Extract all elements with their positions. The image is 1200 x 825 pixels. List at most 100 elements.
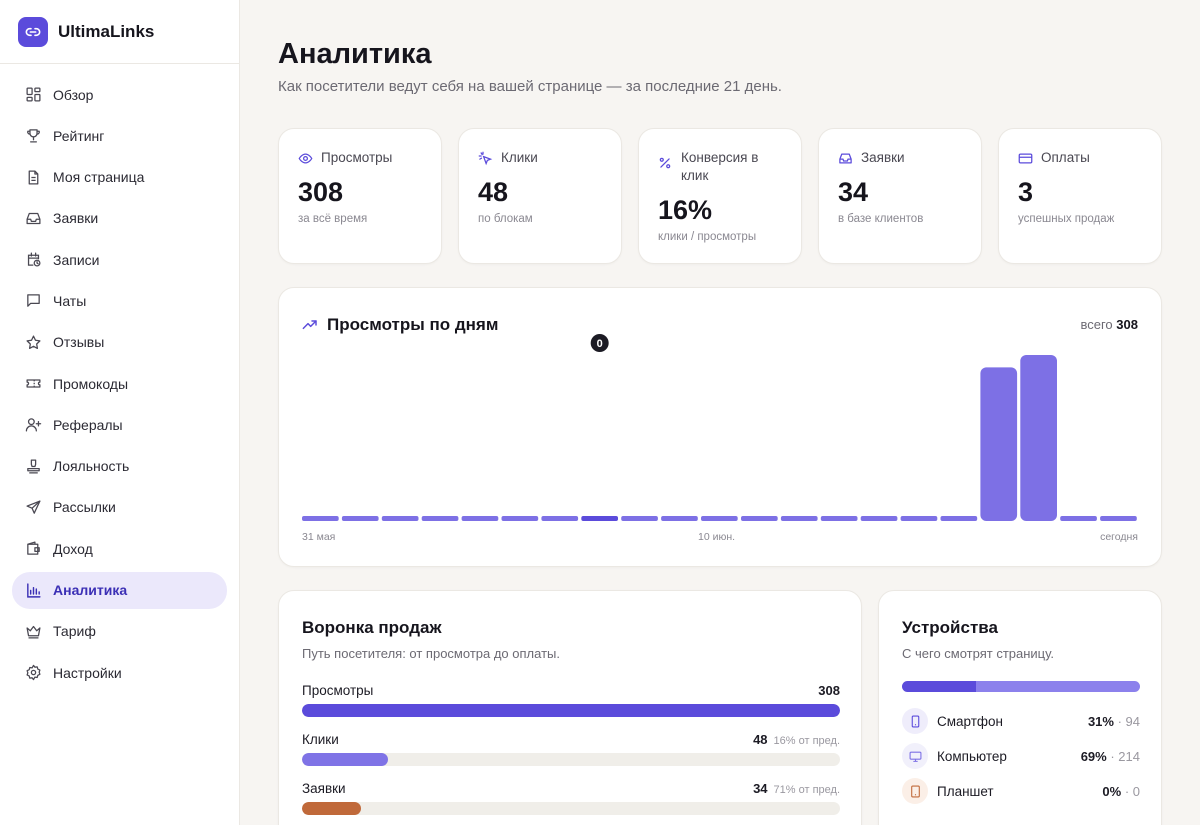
chart-bar[interactable] <box>421 516 459 521</box>
funnel-label: Клики <box>302 732 339 747</box>
brand-name: UltimaLinks <box>58 21 155 41</box>
device-pct: 0% <box>1102 783 1122 799</box>
stat-card-conversion: Конверсия в клик 16% клики / просмотры <box>638 128 802 264</box>
funnel-fill <box>302 802 362 815</box>
grid-icon <box>24 86 42 104</box>
user-plus-icon <box>24 416 42 434</box>
funnel-track <box>302 704 840 717</box>
stat-note: клики / просмотры <box>658 231 757 243</box>
device-value: 0% · 0 <box>1102 783 1140 799</box>
chart-bar[interactable] <box>302 516 339 521</box>
trophy-icon <box>24 127 42 145</box>
sidebar-item-label: Отзывы <box>53 334 105 351</box>
chart-bar[interactable] <box>701 516 738 521</box>
sidebar-item-overview[interactable]: Обзор <box>12 76 227 113</box>
stat-note: за всё время <box>298 213 368 225</box>
funnel-fill <box>302 753 389 766</box>
sidebar-item-referrals[interactable]: Рефералы <box>12 406 227 443</box>
monitor-icon <box>902 743 928 769</box>
funnel-pct: 16% от пред. <box>773 735 840 747</box>
device-value: 69% · 214 <box>1080 748 1140 764</box>
stat-value: 16% <box>658 195 713 225</box>
stat-note: успешных продаж <box>1018 213 1115 225</box>
chart-bar[interactable] <box>780 516 818 521</box>
document-icon <box>24 168 42 186</box>
gear-icon <box>24 664 42 682</box>
sidebar-item-reviews[interactable]: Отзывы <box>12 324 227 361</box>
chart-bar[interactable] <box>341 516 379 521</box>
chart-bar[interactable] <box>940 516 978 521</box>
device-label: Компьютер <box>937 748 1007 764</box>
chart-bar[interactable] <box>900 516 938 521</box>
sidebar-item-label: Моя страница <box>53 169 145 186</box>
sidebar-item-loyalty[interactable]: Лояльность <box>12 448 227 485</box>
chart-bar[interactable] <box>860 516 898 521</box>
sidebar-item-promocodes[interactable]: Промокоды <box>12 365 227 402</box>
sidebar-item-label: Чаты <box>53 292 87 309</box>
devices-split-bar <box>902 681 1140 692</box>
funnel-count: 48 <box>753 732 768 747</box>
sidebar-item-label: Настройки <box>53 664 122 681</box>
sidebar-item-mailings[interactable]: Рассылки <box>12 489 227 526</box>
stat-note: по блокам <box>478 213 533 225</box>
sidebar-item-chats[interactable]: Чаты <box>12 282 227 319</box>
smartphone-icon <box>902 708 928 734</box>
views-bar-chart: 0 <box>302 334 1137 521</box>
ticket-icon <box>24 375 42 393</box>
funnel-track <box>302 753 840 766</box>
split-segment <box>975 681 1140 692</box>
bar-chart-icon <box>24 581 42 599</box>
device-count: 94 <box>1125 713 1140 729</box>
sidebar-item-bookings[interactable]: Записи <box>12 241 227 278</box>
views-chart-card: Просмотры по дням всего 308 0 31 мая 10 … <box>278 287 1162 567</box>
device-count: 214 <box>1118 748 1140 764</box>
page-subtitle: Как посетители ведут себя на вашей стран… <box>278 78 782 95</box>
chart-bar[interactable] <box>541 516 579 521</box>
chart-bar[interactable] <box>381 516 419 521</box>
chart-bar[interactable] <box>741 516 778 521</box>
sidebar-item-requests[interactable]: Заявки <box>12 200 227 237</box>
chart-bar[interactable] <box>461 516 499 521</box>
send-icon <box>24 498 42 516</box>
stat-label: Клики <box>501 150 538 165</box>
chart-bar[interactable] <box>1060 516 1097 521</box>
credit-card-icon <box>1018 149 1034 167</box>
sidebar-item-income[interactable]: Доход <box>12 530 227 567</box>
sidebar-item-plan[interactable]: Тариф <box>12 613 227 650</box>
stat-label: Просмотры <box>321 150 393 165</box>
chart-bar[interactable] <box>1020 355 1057 521</box>
sidebar-item-rating[interactable]: Рейтинг <box>12 117 227 154</box>
sidebar-item-label: Обзор <box>53 86 94 103</box>
device-value: 31% · 94 <box>1087 713 1140 729</box>
tablet-icon <box>902 778 928 804</box>
chart-bar[interactable] <box>980 367 1018 521</box>
funnel-subtitle: Путь посетителя: от просмотра до оплаты. <box>302 646 560 661</box>
stat-label: Заявки <box>861 150 905 165</box>
sidebar-item-analytics[interactable]: Аналитика <box>12 571 227 609</box>
stat-card-views: Просмотры 308 за всё время <box>278 128 442 264</box>
funnel-value: 34 71% от пред. <box>753 781 840 796</box>
inbox-icon <box>838 149 854 167</box>
device-pct: 31% <box>1087 713 1114 729</box>
device-count: 0 <box>1132 783 1140 799</box>
sidebar-item-settings[interactable]: Настройки <box>12 654 227 691</box>
sidebar-nav: Обзор Рейтинг Моя страница Заявки Записи… <box>0 64 239 691</box>
stat-value: 48 <box>478 177 509 207</box>
sidebar-item-label: Рейтинг <box>53 127 105 144</box>
brand[interactable]: UltimaLinks <box>0 0 239 64</box>
link-icon <box>18 16 48 47</box>
chart-bar[interactable] <box>661 516 698 521</box>
chart-bar[interactable] <box>501 516 539 521</box>
stat-card-clicks: Клики 48 по блокам <box>458 128 622 264</box>
sidebar-item-label: Записи <box>53 251 100 268</box>
chart-bar[interactable] <box>1100 516 1137 521</box>
sidebar-item-label: Доход <box>53 540 93 557</box>
chart-bar[interactable] <box>581 516 618 521</box>
chart-bar[interactable] <box>621 516 658 521</box>
sidebar-item-my-page[interactable]: Моя страница <box>12 159 227 196</box>
device-label: Планшет <box>937 783 994 799</box>
sidebar-item-label: Тариф <box>53 623 96 640</box>
device-label: Смартфон <box>937 713 1004 729</box>
chart-bar[interactable] <box>820 516 858 521</box>
x-tick-label: 31 мая <box>302 531 336 543</box>
